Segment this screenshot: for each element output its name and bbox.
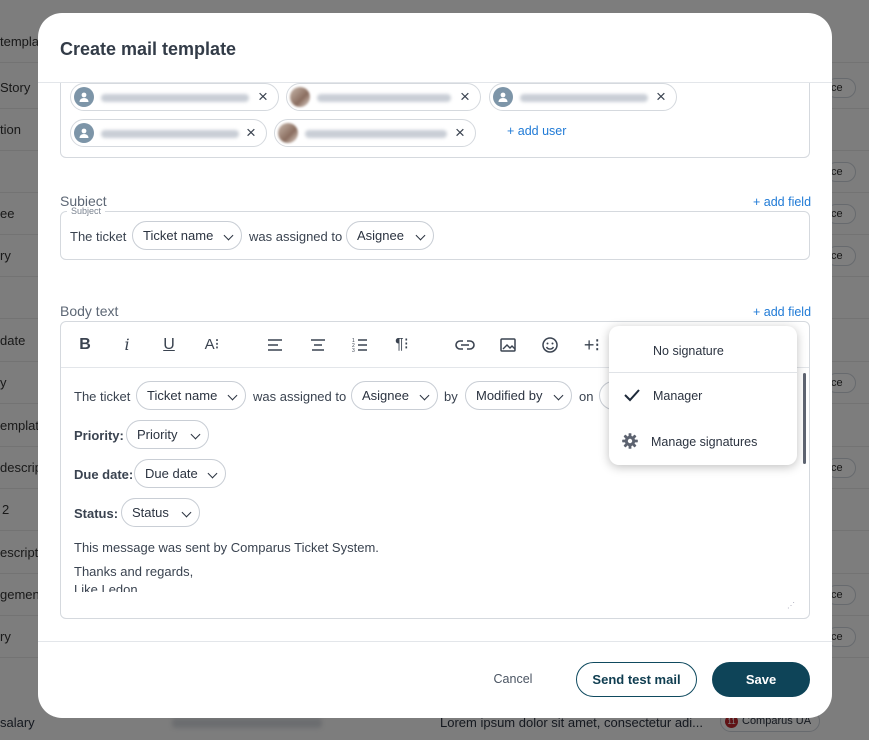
font-size-icon[interactable]: A⁝ xyxy=(201,334,223,356)
divider xyxy=(38,641,832,642)
user-avatar-icon xyxy=(493,87,513,107)
user-photo-avatar xyxy=(278,123,298,143)
recipient-chip[interactable]: × xyxy=(70,119,267,147)
paragraph-icon[interactable]: ¶⁝ xyxy=(391,334,413,356)
blurred-email xyxy=(317,94,451,102)
chevron-down-icon xyxy=(223,230,234,241)
menu-item-no-signature[interactable]: No signature xyxy=(653,344,797,358)
blurred-email xyxy=(101,130,239,138)
chevron-down-icon xyxy=(419,390,430,401)
subject-field[interactable]: Subject The ticket Ticket name was assig… xyxy=(60,206,810,260)
user-avatar-icon xyxy=(74,123,94,143)
chevron-down-icon xyxy=(553,390,564,401)
recipient-chip[interactable]: × xyxy=(274,119,476,147)
remove-recipient-icon[interactable]: × xyxy=(254,88,272,106)
blurred-email xyxy=(520,94,648,102)
user-photo-avatar xyxy=(290,87,310,107)
subject-legend: Subject xyxy=(67,206,106,216)
chevron-down-icon xyxy=(415,230,426,241)
remove-recipient-icon[interactable]: × xyxy=(242,124,260,142)
save-button[interactable]: Save xyxy=(712,662,810,697)
chevron-down-icon xyxy=(207,468,218,479)
check-icon xyxy=(623,387,641,406)
body-text-label: Body text xyxy=(60,303,119,319)
blurred-email xyxy=(305,130,447,138)
italic-icon[interactable]: i xyxy=(116,334,138,356)
asignee-field-pill[interactable]: Asignee xyxy=(346,221,434,250)
emoji-icon[interactable] xyxy=(539,334,561,356)
remove-recipient-icon[interactable]: × xyxy=(451,124,469,142)
send-test-mail-button[interactable]: Send test mail xyxy=(576,662,697,697)
add-user-link[interactable]: + add user xyxy=(507,124,566,138)
link-icon[interactable] xyxy=(454,334,476,356)
user-avatar-icon xyxy=(74,87,94,107)
priority-field-pill[interactable]: Priority xyxy=(126,420,209,449)
signature-menu: No signature Manager Manage signatures xyxy=(609,326,797,465)
resize-handle-icon[interactable]: ⋰ xyxy=(787,601,795,610)
dialog-title: Create mail template xyxy=(60,39,237,59)
subject-add-field-link[interactable]: + add field xyxy=(753,195,811,209)
modified-by-field-pill[interactable]: Modified by xyxy=(465,381,572,410)
recipient-chip[interactable]: × xyxy=(489,83,677,111)
recipient-chip[interactable]: × xyxy=(286,83,481,111)
numbered-list-icon[interactable]: 123 xyxy=(349,334,371,356)
asignee-field-pill[interactable]: Asignee xyxy=(351,381,438,410)
align-left-icon[interactable] xyxy=(264,334,286,356)
body-add-field-link[interactable]: + add field xyxy=(753,305,811,319)
menu-scrollbar[interactable] xyxy=(803,373,806,464)
insert-icon[interactable]: +⁝ xyxy=(581,334,603,356)
recipient-chip[interactable]: × xyxy=(70,83,279,111)
gear-icon xyxy=(621,432,639,453)
recipients-field[interactable]: × × × × × + add user xyxy=(60,83,810,158)
due-date-field-pill[interactable]: Due date xyxy=(134,459,226,488)
divider xyxy=(609,372,797,373)
blurred-email xyxy=(101,94,249,102)
image-icon[interactable] xyxy=(497,334,519,356)
chevron-down-icon xyxy=(227,390,238,401)
bold-icon[interactable]: B xyxy=(74,334,96,356)
ticket-name-field-pill[interactable]: Ticket name xyxy=(136,381,246,410)
ticket-name-field-pill[interactable]: Ticket name xyxy=(132,221,242,250)
underline-icon[interactable]: U xyxy=(158,334,180,356)
chevron-down-icon xyxy=(190,429,201,440)
align-center-icon[interactable] xyxy=(307,334,329,356)
remove-recipient-icon[interactable]: × xyxy=(652,88,670,106)
status-field-pill[interactable]: Status xyxy=(121,498,200,527)
chevron-down-icon xyxy=(181,507,192,518)
svg-text:3: 3 xyxy=(352,348,355,354)
cancel-button[interactable]: Cancel xyxy=(478,662,548,696)
remove-recipient-icon[interactable]: × xyxy=(456,88,474,106)
